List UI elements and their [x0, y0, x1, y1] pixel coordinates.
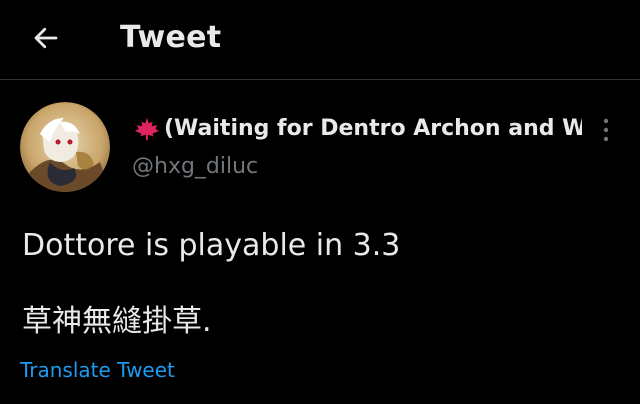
page-title: Tweet: [120, 20, 222, 55]
tweet-text-line-2: 草神無縫掛草.: [22, 304, 212, 339]
author-display-name[interactable]: (Waiting for Dentro Archon and W...: [132, 113, 582, 145]
tweet-text-line-1: Dottore is playable in 3.3: [22, 228, 401, 263]
author-handle[interactable]: @hxg_diluc: [132, 152, 258, 182]
avatar[interactable]: [20, 102, 110, 192]
tweet-header: Tweet: [0, 0, 640, 80]
more-vertical-icon: [603, 118, 609, 142]
back-button[interactable]: [24, 18, 68, 58]
more-options-button[interactable]: [592, 114, 620, 146]
translate-tweet-link[interactable]: Translate Tweet: [20, 356, 175, 384]
display-name-text: (Waiting for Dentro Archon and W...: [164, 116, 582, 141]
arrow-left-icon: [34, 27, 58, 49]
maple-leaf-icon: [134, 117, 160, 141]
